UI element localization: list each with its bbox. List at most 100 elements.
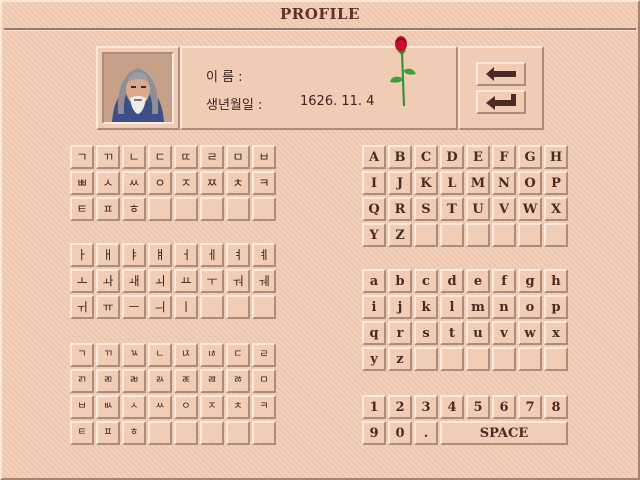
key-vowels[interactable]: ㅓ	[174, 243, 198, 267]
key-consonants[interactable]: ㅆ	[122, 171, 146, 195]
key-finals[interactable]: ㄻ	[96, 369, 120, 393]
key-vowels[interactable]: ㅝ	[226, 269, 250, 293]
key-finals[interactable]: ㅅ	[122, 395, 146, 419]
key-digits[interactable]: 9	[362, 421, 386, 445]
key-consonants[interactable]: ㄱ	[70, 145, 94, 169]
key-finals[interactable]: ㅍ	[96, 421, 120, 445]
key-lower[interactable]: j	[388, 295, 412, 319]
key-digits[interactable]: 5	[466, 395, 490, 419]
key-vowels[interactable]: ㅙ	[122, 269, 146, 293]
key-lower[interactable]: v	[492, 321, 516, 345]
key-upper[interactable]: M	[466, 171, 490, 195]
key-consonants[interactable]: ㅂ	[252, 145, 276, 169]
key-consonants[interactable]: ㅌ	[70, 197, 94, 221]
key-consonants[interactable]: ㄴ	[122, 145, 146, 169]
key-lower[interactable]: y	[362, 347, 386, 371]
key-upper[interactable]: O	[518, 171, 542, 195]
key-upper[interactable]: L	[440, 171, 464, 195]
key-lower[interactable]: k	[414, 295, 438, 319]
key-upper[interactable]: E	[466, 145, 490, 169]
key-lower[interactable]: s	[414, 321, 438, 345]
key-lower[interactable]: f	[492, 269, 516, 293]
space-key[interactable]: SPACE	[440, 421, 568, 445]
key-digits[interactable]: 7	[518, 395, 542, 419]
key-consonants[interactable]: ㅃ	[70, 171, 94, 195]
key-vowels[interactable]: ㅏ	[70, 243, 94, 267]
key-upper[interactable]: Z	[388, 223, 412, 247]
key-vowels[interactable]: ㅡ	[122, 295, 146, 319]
key-vowels[interactable]: ㅠ	[96, 295, 120, 319]
key-lower[interactable]: d	[440, 269, 464, 293]
key-finals[interactable]: ㅈ	[200, 395, 224, 419]
key-lower[interactable]: w	[518, 321, 542, 345]
key-vowels[interactable]: ㅑ	[122, 243, 146, 267]
key-finals[interactable]: ㄳ	[122, 343, 146, 367]
key-finals[interactable]: ㄼ	[122, 369, 146, 393]
key-consonants[interactable]: ㅊ	[226, 171, 250, 195]
key-upper[interactable]: I	[362, 171, 386, 195]
key-upper[interactable]: H	[544, 145, 568, 169]
key-vowels[interactable]: ㅞ	[252, 269, 276, 293]
key-lower[interactable]: q	[362, 321, 386, 345]
key-finals[interactable]: ㄷ	[226, 343, 250, 367]
key-consonants[interactable]: ㅅ	[96, 171, 120, 195]
key-finals[interactable]: ㅆ	[148, 395, 172, 419]
key-lower[interactable]: u	[466, 321, 490, 345]
key-lower[interactable]: b	[388, 269, 412, 293]
key-digits[interactable]: 4	[440, 395, 464, 419]
key-consonants[interactable]: ㅁ	[226, 145, 250, 169]
key-upper[interactable]: Q	[362, 197, 386, 221]
key-vowels[interactable]: ㅕ	[226, 243, 250, 267]
key-upper[interactable]: F	[492, 145, 516, 169]
key-vowels[interactable]: ㅛ	[174, 269, 198, 293]
key-upper[interactable]: J	[388, 171, 412, 195]
key-consonants[interactable]: ㄸ	[174, 145, 198, 169]
key-lower[interactable]: e	[466, 269, 490, 293]
key-digits[interactable]: .	[414, 421, 438, 445]
key-upper[interactable]: R	[388, 197, 412, 221]
key-upper[interactable]: G	[518, 145, 542, 169]
key-upper[interactable]: P	[544, 171, 568, 195]
enter-button[interactable]	[476, 90, 526, 114]
key-finals[interactable]: ㅌ	[70, 421, 94, 445]
key-upper[interactable]: N	[492, 171, 516, 195]
key-finals[interactable]: ㅋ	[252, 395, 276, 419]
key-upper[interactable]: C	[414, 145, 438, 169]
key-upper[interactable]: X	[544, 197, 568, 221]
key-vowels[interactable]: ㅖ	[252, 243, 276, 267]
key-consonants[interactable]: ㅉ	[200, 171, 224, 195]
key-finals[interactable]: ㅁ	[252, 369, 276, 393]
backspace-button[interactable]	[476, 62, 526, 86]
key-finals[interactable]: ㄽ	[148, 369, 172, 393]
key-upper[interactable]: T	[440, 197, 464, 221]
key-upper[interactable]: D	[440, 145, 464, 169]
key-consonants[interactable]: ㅇ	[148, 171, 172, 195]
key-digits[interactable]: 3	[414, 395, 438, 419]
key-finals[interactable]: ㅇ	[174, 395, 198, 419]
key-lower[interactable]: t	[440, 321, 464, 345]
key-lower[interactable]: z	[388, 347, 412, 371]
key-vowels[interactable]: ㅐ	[96, 243, 120, 267]
key-finals[interactable]: ㄴ	[148, 343, 172, 367]
key-digits[interactable]: 1	[362, 395, 386, 419]
key-finals[interactable]: ㄲ	[96, 343, 120, 367]
key-lower[interactable]: g	[518, 269, 542, 293]
key-vowels[interactable]: ㅢ	[148, 295, 172, 319]
key-vowels[interactable]: ㅔ	[200, 243, 224, 267]
key-upper[interactable]: Y	[362, 223, 386, 247]
key-vowels[interactable]: ㅚ	[148, 269, 172, 293]
key-lower[interactable]: c	[414, 269, 438, 293]
key-finals[interactable]: ㄿ	[200, 369, 224, 393]
key-consonants[interactable]: ㅍ	[96, 197, 120, 221]
key-lower[interactable]: p	[544, 295, 568, 319]
key-digits[interactable]: 8	[544, 395, 568, 419]
key-lower[interactable]: h	[544, 269, 568, 293]
key-finals[interactable]: ㅊ	[226, 395, 250, 419]
key-upper[interactable]: B	[388, 145, 412, 169]
key-consonants[interactable]: ㅎ	[122, 197, 146, 221]
key-lower[interactable]: i	[362, 295, 386, 319]
key-finals[interactable]: ㄵ	[174, 343, 198, 367]
key-upper[interactable]: S	[414, 197, 438, 221]
key-lower[interactable]: o	[518, 295, 542, 319]
key-upper[interactable]: V	[492, 197, 516, 221]
